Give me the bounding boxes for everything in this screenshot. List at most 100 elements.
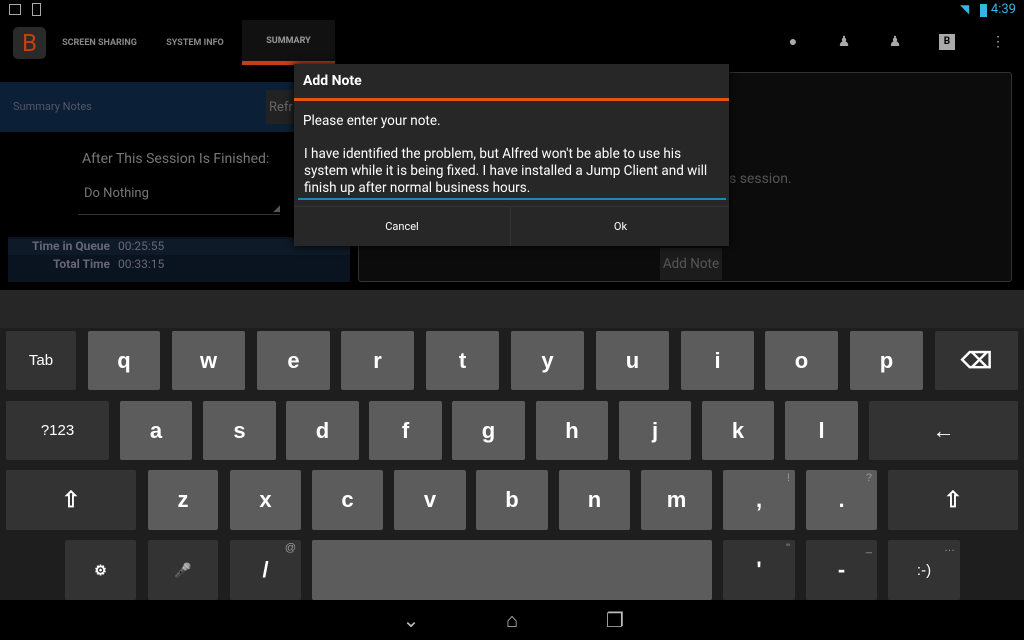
dialog-prompt: Please enter your note. xyxy=(303,113,441,129)
key-label: r xyxy=(373,347,382,373)
key-label: 🎤 xyxy=(174,561,192,578)
key-p[interactable]: p xyxy=(850,331,923,390)
key-label: f xyxy=(401,417,410,443)
key-c[interactable]: c xyxy=(312,470,383,530)
key-h[interactable]: h xyxy=(536,401,608,460)
key-label: ← xyxy=(932,417,955,443)
home-icon[interactable]: ⌂ xyxy=(497,608,527,632)
key-l[interactable]: l xyxy=(785,401,858,460)
key-,[interactable]: ,! xyxy=(723,470,795,530)
note-input[interactable]: I have identified the problem, but Alfre… xyxy=(304,146,724,197)
key-/[interactable]: / @ xyxy=(230,540,301,600)
key-n[interactable]: n xyxy=(559,470,630,530)
chat-icon[interactable]: ● xyxy=(785,34,801,50)
key-shift[interactable]: ⇧ xyxy=(6,470,136,530)
input-underline xyxy=(298,198,726,200)
key-w[interactable]: w xyxy=(172,331,245,390)
key-label: x xyxy=(259,487,272,512)
key-label: o xyxy=(794,347,809,373)
b-icon[interactable]: B xyxy=(939,34,955,50)
tab-summary[interactable]: SUMMARY xyxy=(242,20,335,65)
key-r[interactable]: r xyxy=(341,331,414,390)
key-label: l xyxy=(818,417,825,443)
key-alt-label: ! xyxy=(786,472,790,484)
key-i[interactable]: i xyxy=(681,331,754,390)
key-v[interactable]: v xyxy=(394,470,466,530)
key-d[interactable]: d xyxy=(286,401,359,460)
key-label: h xyxy=(565,417,579,443)
add-note-button[interactable]: Add Note xyxy=(660,248,722,280)
key-x[interactable]: x xyxy=(230,470,301,530)
key-g[interactable]: g xyxy=(452,401,525,460)
ok-button[interactable]: Ok xyxy=(512,206,729,246)
cancel-button[interactable]: Cancel xyxy=(294,206,511,246)
title-divider xyxy=(294,98,729,101)
status-bar: ◥ 4:39 xyxy=(0,0,1024,20)
key-m[interactable]: m xyxy=(641,470,712,530)
key-alt-label: @ xyxy=(284,542,296,554)
key-q[interactable]: q xyxy=(88,331,160,390)
key-label: , xyxy=(755,487,763,512)
key-shift[interactable]: ⇧ xyxy=(888,470,1018,530)
key-y[interactable]: y xyxy=(511,331,584,390)
after-session-select[interactable]: Do Nothing ◢ xyxy=(78,180,280,215)
key-alt-label: ? xyxy=(865,472,872,484)
stat-value: 00:25:55 xyxy=(118,239,165,253)
add-note-dialog: Add Note Please enter your note. I have … xyxy=(294,64,729,246)
dialog-title: Add Note xyxy=(303,73,362,89)
key-mic[interactable]: 🎤 xyxy=(148,540,218,600)
key-s[interactable]: s xyxy=(203,401,276,460)
key-label: u xyxy=(625,347,640,373)
key-f[interactable]: f xyxy=(369,401,442,460)
tab-system-info[interactable]: SYSTEM INFO xyxy=(150,20,240,65)
key--[interactable]: - _ xyxy=(806,540,877,600)
key-k[interactable]: k xyxy=(702,401,774,460)
key-alt-label: " xyxy=(786,542,790,554)
key-label: v xyxy=(423,487,437,512)
key-label: ⇧ xyxy=(943,487,963,512)
key-label: m xyxy=(666,487,687,512)
key-j[interactable]: j xyxy=(619,401,691,460)
key-label: w xyxy=(199,347,218,373)
recents-icon[interactable]: ❐ xyxy=(600,608,630,632)
tab-screen-sharing[interactable]: SCREEN SHARING xyxy=(52,20,147,65)
key-label: ⌫ xyxy=(960,347,993,373)
stat-value: 00:33:15 xyxy=(118,257,165,271)
key-label: t xyxy=(458,347,467,373)
key-label: q xyxy=(117,347,131,373)
key-b[interactable]: b xyxy=(476,470,548,530)
key-a[interactable]: a xyxy=(120,401,192,460)
after-session-value: Do Nothing xyxy=(84,186,149,201)
key-label: ' xyxy=(756,557,762,582)
key-.[interactable]: .? xyxy=(806,470,877,530)
key-backspace[interactable]: ⌫ xyxy=(935,331,1018,390)
key-label: - xyxy=(837,557,846,582)
key-z[interactable]: z xyxy=(148,470,218,530)
key-o[interactable]: o xyxy=(765,331,838,390)
key-label: y xyxy=(541,347,554,373)
key-e[interactable]: e xyxy=(257,331,330,390)
key-space[interactable] xyxy=(312,540,712,600)
key-label: k xyxy=(731,417,745,443)
key-label: ⚙ xyxy=(94,561,107,578)
key-label: :-) xyxy=(916,561,932,579)
overflow-icon[interactable]: ⋮ xyxy=(990,34,1006,50)
key-Tab[interactable]: Tab xyxy=(6,331,76,390)
stat-label: Time in Queue xyxy=(31,239,110,253)
download-icon xyxy=(32,3,41,16)
add-user-icon[interactable]: ♟ xyxy=(836,34,852,50)
key-u[interactable]: u xyxy=(596,331,669,390)
stat-label: Total Time xyxy=(52,257,110,271)
key-?123[interactable]: ?123 xyxy=(6,401,109,460)
key-enter[interactable]: ← xyxy=(869,401,1018,460)
key-t[interactable]: t xyxy=(426,331,499,390)
key-label: / xyxy=(262,557,269,582)
key-:-)[interactable]: :-)… xyxy=(888,540,960,600)
back-icon[interactable]: ⌄ xyxy=(396,608,426,632)
app-logo[interactable]: B xyxy=(13,27,46,59)
user-icon[interactable]: ♟ xyxy=(887,34,903,50)
clock: 4:39 xyxy=(990,2,1016,17)
key-'[interactable]: ' " xyxy=(723,540,795,600)
key-label: Tab xyxy=(28,352,54,369)
key-settings[interactable]: ⚙ xyxy=(65,540,136,600)
